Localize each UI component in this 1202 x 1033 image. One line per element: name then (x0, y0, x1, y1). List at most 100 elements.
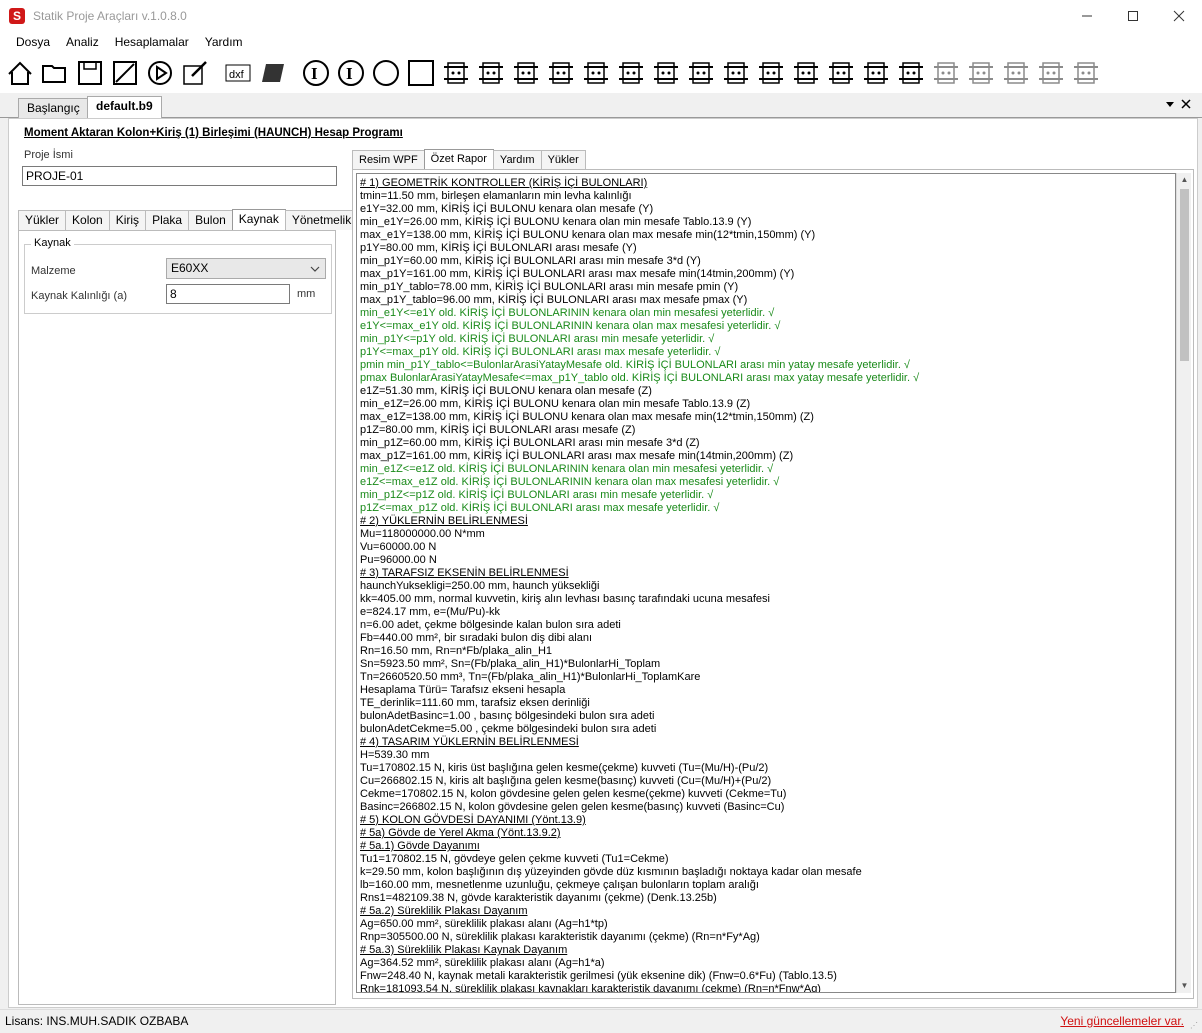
report-lines: # 1) GEOMETRİK KONTROLLER (KİRİŞ İÇİ BUL… (360, 177, 919, 993)
report-line: min_p1Z<=p1Z old. KİRİŞ İÇİ BULONLARI ar… (360, 489, 714, 501)
close-icon (1173, 10, 1185, 21)
beam-column-button[interactable] (754, 56, 788, 90)
edit-button[interactable] (178, 56, 212, 90)
report-line: min_e1Z<=e1Z old. KİRİŞ İÇİ BULONLARININ… (360, 463, 774, 475)
report-line: max_e1Y=138.00 mm, KİRİŞ İÇİ BULONU kena… (360, 229, 816, 241)
scroll-up-icon[interactable]: ▲ (1177, 173, 1192, 187)
tab-kolon[interactable]: Kolon (65, 210, 110, 230)
i-section-button[interactable]: I (299, 56, 333, 90)
beam-support-button[interactable] (439, 56, 473, 90)
report-line: min_e1Z=26.00 mm, KİRİŞ İÇİ BULONU kenar… (360, 398, 751, 410)
base-plate-button[interactable] (649, 56, 683, 90)
report-line: H=539.30 mm (360, 749, 430, 761)
open-folder-button[interactable] (38, 56, 72, 90)
tab-kaynak[interactable]: Kaynak (231, 209, 286, 231)
report-scrollbar[interactable]: ▲ ▼ (1176, 173, 1191, 993)
material-label: Malzeme (31, 265, 76, 277)
report-line: # 5a.1) Gövde Dayanımı (360, 840, 480, 852)
resize-grip-icon[interactable]: ⋰ (1190, 1021, 1200, 1031)
save-as-button[interactable] (108, 56, 142, 90)
tab-baslangic[interactable]: Başlangıç (18, 98, 89, 118)
moment-connection-button[interactable] (579, 56, 613, 90)
report-line: Rns1=482109.38 N, gövde karakteristik da… (360, 892, 717, 904)
license-text: Lisans: INS.MUH.SADIK OZBABA (5, 1014, 189, 1028)
material-select[interactable]: E60XX (166, 258, 326, 279)
tab-plaka[interactable]: Plaka (145, 210, 190, 230)
circle-section-button[interactable] (369, 56, 403, 90)
project-name-input[interactable] (22, 166, 337, 186)
column-beam-button[interactable] (544, 56, 578, 90)
report-line: k=29.50 mm, kolon başlığının dış yüzeyin… (360, 866, 862, 878)
angle-connection-button[interactable] (929, 56, 963, 90)
close-document-icon[interactable] (1181, 99, 1191, 109)
end-plate-icon (864, 62, 888, 84)
svg-text:dxf: dxf (229, 69, 245, 81)
i-section-icon: I (303, 60, 329, 86)
i-profile-button[interactable] (1069, 56, 1103, 90)
tab-yukler-right[interactable]: Yükler (540, 150, 586, 169)
tab-yonetmelik[interactable]: Yönetmelik (284, 210, 359, 230)
tab-bulon[interactable]: Bulon (188, 210, 233, 230)
report-line: p1Z=80.00 mm, KİRİŞ İÇİ BULONLARI arası … (360, 424, 636, 436)
u-channel-button[interactable] (999, 56, 1033, 90)
square-section-button[interactable] (404, 56, 438, 90)
report-line: max_p1Y=161.00 mm, KİRİŞ İÇİ BULONLARI a… (360, 268, 795, 280)
beam-splice-button[interactable] (614, 56, 648, 90)
stiffener-button[interactable] (824, 56, 858, 90)
run-button[interactable] (143, 56, 177, 90)
title-bar: S Statik Proje Araçları v.1.0.8.0 (0, 0, 1202, 31)
save-button[interactable] (73, 56, 107, 90)
report-line: bulonAdetCekme=5.00 , çekme bölgesindeki… (360, 723, 657, 735)
minimize-button[interactable] (1064, 0, 1110, 31)
menu-hesaplamalar[interactable]: Hesaplamalar (107, 35, 197, 49)
report-line: Cu=266802.15 N, kiris alt başlığına gele… (360, 775, 772, 787)
haunch-button[interactable] (719, 56, 753, 90)
menu-yardim[interactable]: Yardım (197, 35, 251, 49)
k-plate-button[interactable] (509, 56, 543, 90)
tab-default-b9[interactable]: default.b9 (87, 96, 162, 118)
maximize-icon (1128, 10, 1138, 21)
report-line: e1Y<=max_e1Y old. KİRİŞ İÇİ BULONLARININ… (360, 320, 781, 332)
3d-shape-button[interactable] (256, 56, 290, 90)
status-bar: Lisans: INS.MUH.SADIK OZBABA Yeni güncel… (0, 1009, 1202, 1033)
tab-yukler[interactable]: Yükler (18, 210, 67, 230)
close-button[interactable] (1156, 0, 1202, 31)
menu-dosya[interactable]: Dosya (8, 35, 58, 49)
tab-resim-wpf[interactable]: Resim WPF (352, 150, 425, 169)
weld-thickness-input[interactable] (166, 284, 290, 304)
dropdown-icon[interactable] (1165, 99, 1175, 109)
update-link[interactable]: Yeni güncellemeler var. (1060, 1014, 1184, 1028)
report-line: min_p1Y<=p1Y old. KİRİŞ İÇİ BULONLARI ar… (360, 333, 715, 345)
bolt-group-button[interactable] (684, 56, 718, 90)
i-section-bold-button[interactable]: I (334, 56, 368, 90)
maximize-button[interactable] (1110, 0, 1156, 31)
report-line: min_e1Y=26.00 mm, KİRİŞ İÇİ BULONU kenar… (360, 216, 752, 228)
beam-column-icon (759, 62, 783, 84)
tab-ozet-rapor[interactable]: Özet Rapor (423, 149, 494, 170)
stiffener-icon (829, 62, 853, 84)
weld-group-title: Kaynak (31, 237, 74, 249)
tab-kiris[interactable]: Kiriş (108, 210, 147, 230)
home-button[interactable] (3, 56, 37, 90)
scroll-thumb[interactable] (1180, 189, 1189, 361)
plate-button[interactable] (474, 56, 508, 90)
report-line: tmin=11.50 mm, birleşen elamanların min … (360, 190, 632, 202)
document-tabs: Başlangıç default.b9 (0, 96, 1202, 118)
material-value: E60XX (171, 261, 209, 275)
report-line: TE_derinlik=111.60 mm, tarafsiz eksen de… (360, 697, 590, 709)
dxf-export-button[interactable]: dxf (221, 56, 255, 90)
end-plate-button[interactable] (859, 56, 893, 90)
tab-yardim[interactable]: Yardım (492, 150, 542, 169)
scroll-down-icon[interactable]: ▼ (1177, 979, 1192, 993)
t-section-button[interactable] (1034, 56, 1068, 90)
column-splice-button[interactable] (789, 56, 823, 90)
web-plate-button[interactable] (894, 56, 928, 90)
report-line: # 2) YÜKLERNİN BELİRLENMESİ (360, 515, 528, 527)
bolt-row-button[interactable] (964, 56, 998, 90)
report-line: min_p1Z=60.00 mm, KİRİŞ İÇİ BULONLARI ar… (360, 437, 700, 449)
report-line: Rnk=181093.54 N, süreklilik plakası kayn… (360, 983, 821, 993)
report-textbox[interactable]: # 1) GEOMETRİK KONTROLLER (KİRİŞ İÇİ BUL… (356, 173, 1176, 993)
menu-analiz[interactable]: Analiz (58, 35, 107, 49)
report-line: p1Y<=max_p1Y old. KİRİŞ İÇİ BULONLARI ar… (360, 346, 721, 358)
haunch-icon (724, 62, 748, 84)
